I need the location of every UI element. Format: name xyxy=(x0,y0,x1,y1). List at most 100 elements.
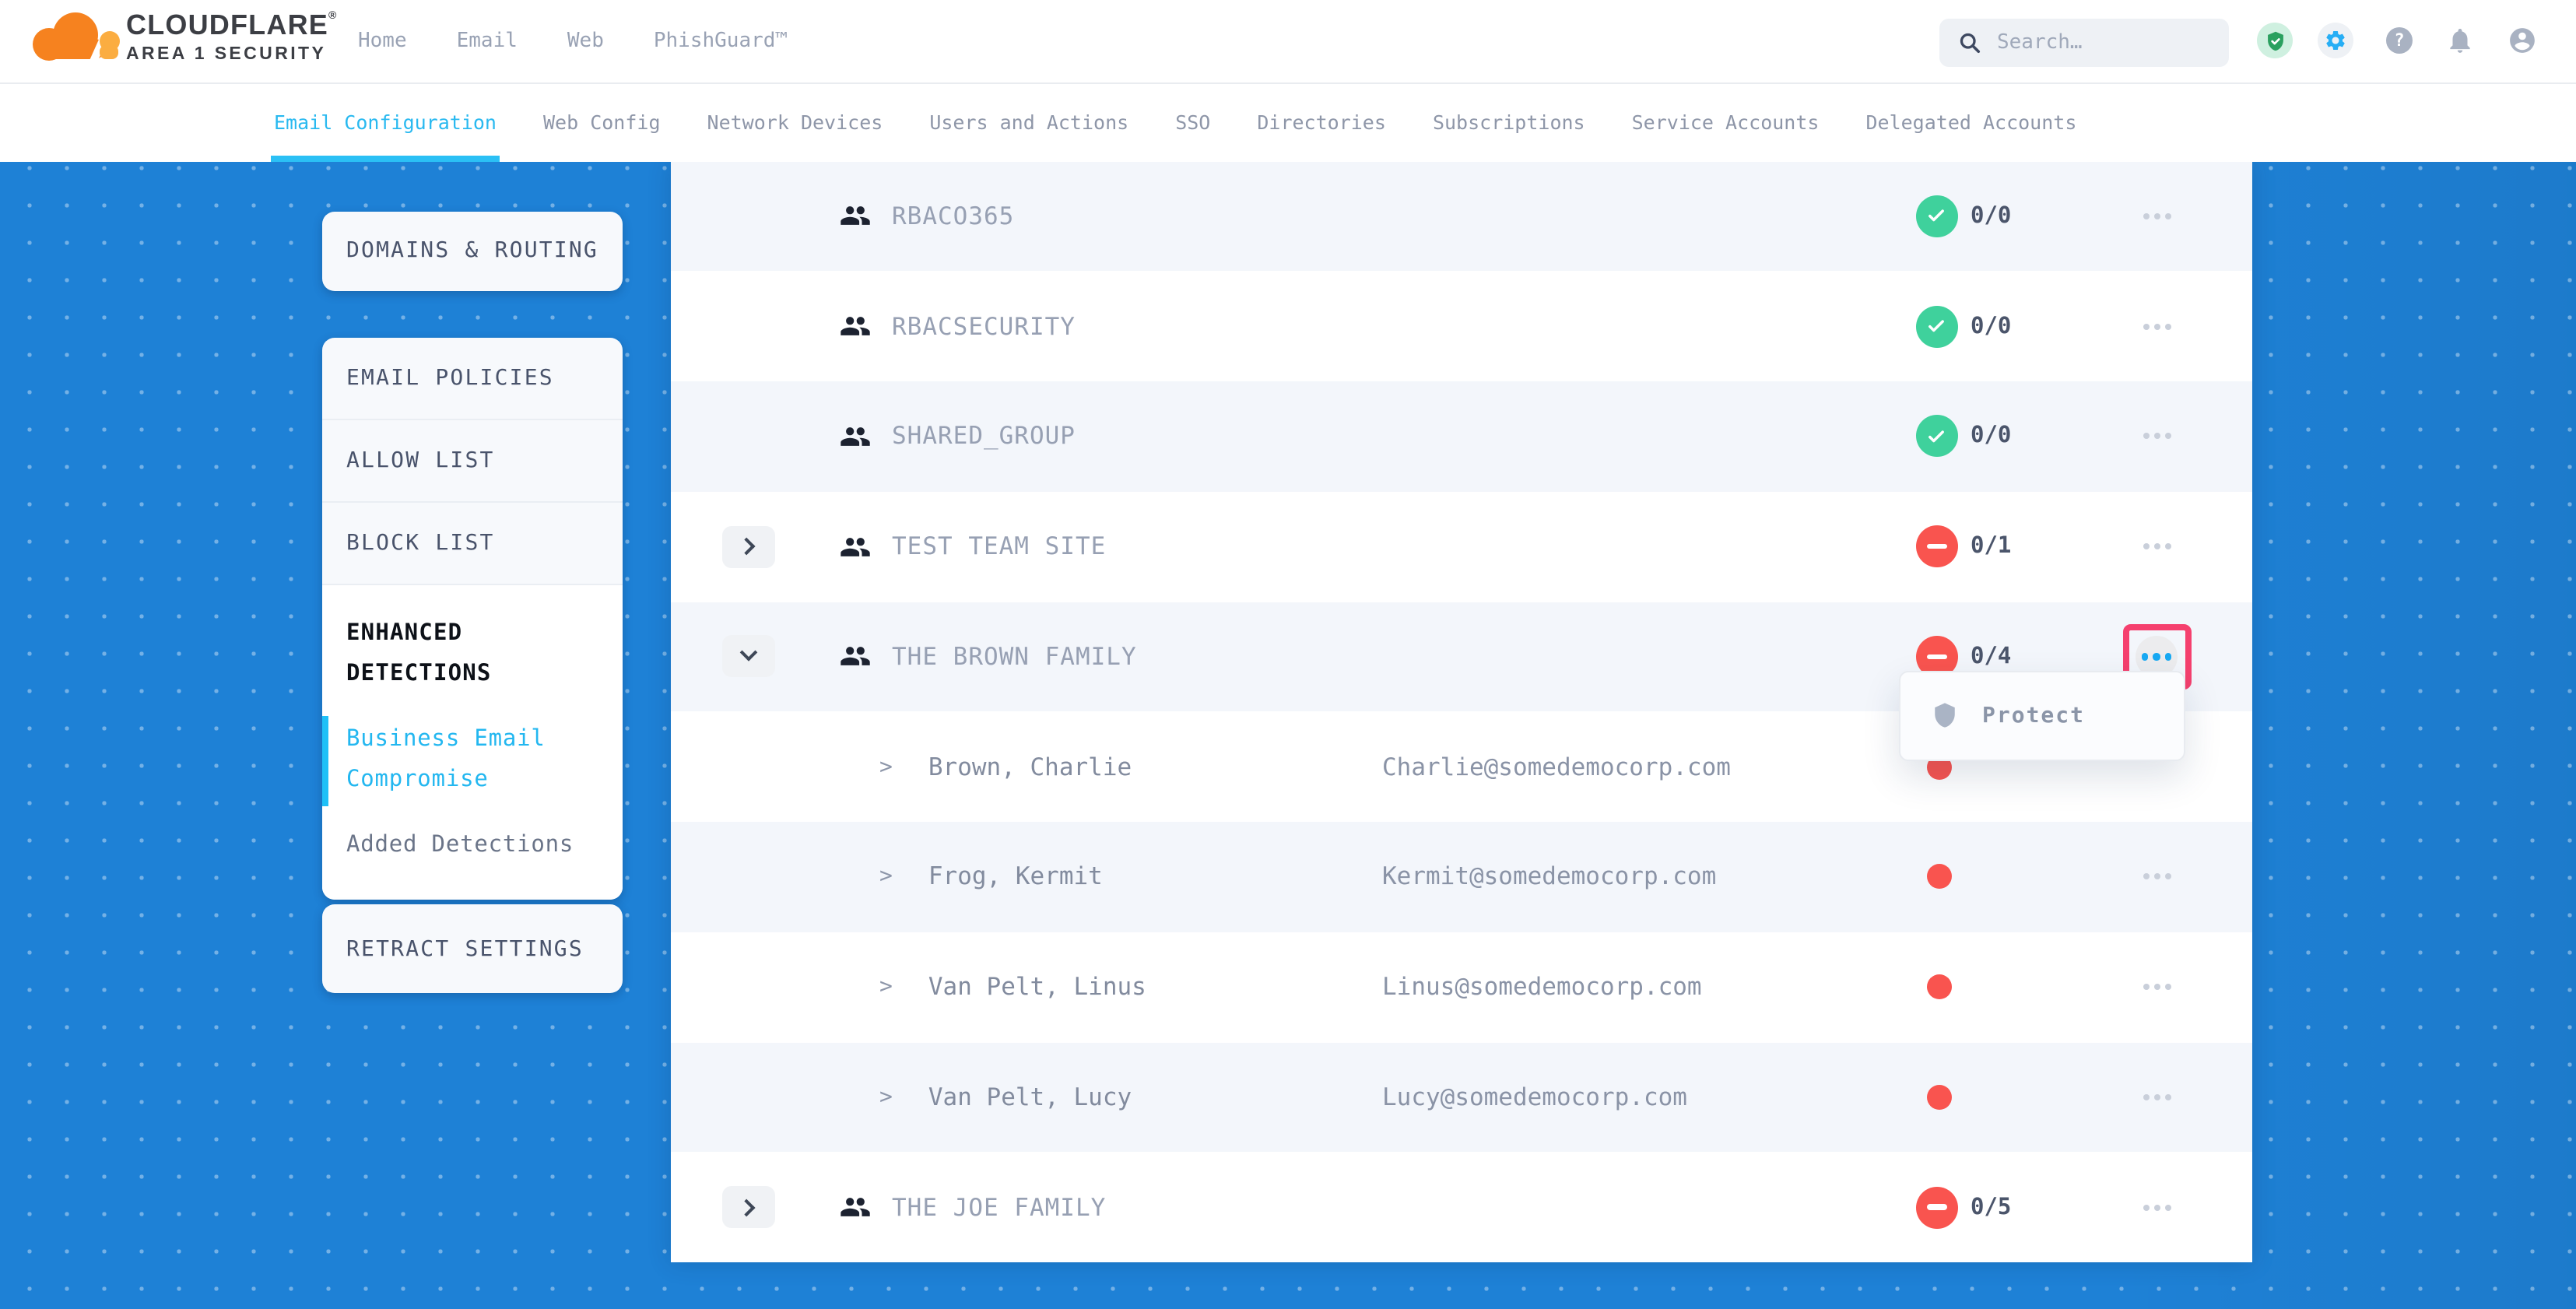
member-email: Lucy@somedemocorp.com xyxy=(1382,1083,1687,1111)
sidebar-item-added-detections[interactable]: Added Detections xyxy=(346,825,597,865)
table-row: TEST TEAM SITE 0/1 xyxy=(671,492,2252,602)
row-actions-button[interactable] xyxy=(2126,1176,2188,1238)
status-ok-badge xyxy=(1915,195,1957,237)
notifications-bell-icon[interactable] xyxy=(2445,26,2475,56)
table-row: > Van Pelt, Lucy Lucy@somedemocorp.com xyxy=(671,1042,2252,1153)
protected-count: 0/0 xyxy=(1971,204,2011,229)
member-name[interactable]: Van Pelt, Lucy xyxy=(928,1083,1132,1111)
tab-web-config[interactable]: Web Config xyxy=(543,83,661,161)
status-dot xyxy=(1927,974,1952,999)
expander-spacer xyxy=(722,856,775,898)
cloudflare-cloud-icon xyxy=(33,11,120,70)
shield-icon xyxy=(1931,701,1957,731)
expander-spacer xyxy=(722,746,775,788)
tab-directories[interactable]: Directories xyxy=(1257,83,1386,161)
tab-network-devices[interactable]: Network Devices xyxy=(707,83,883,161)
status-blocked-badge xyxy=(1915,1186,1957,1228)
search-icon xyxy=(1958,30,1981,54)
collapse-button[interactable] xyxy=(722,636,775,678)
search-placeholder: Search… xyxy=(1997,30,2083,54)
group-icon xyxy=(839,1191,872,1223)
tab-email-configuration[interactable]: Email Configuration xyxy=(274,83,497,161)
row-actions-button[interactable] xyxy=(2126,295,2188,357)
protected-count: 0/1 xyxy=(1971,534,2011,559)
page-background: DOMAINS & ROUTING EMAIL POLICIES ALLOW L… xyxy=(0,161,2576,1309)
table-row: RBACSECURITY0/0 xyxy=(671,272,2252,382)
group-icon xyxy=(839,200,872,233)
table-row: SHARED_GROUP0/0 xyxy=(671,381,2252,492)
row-actions-button[interactable] xyxy=(2126,846,2188,908)
expander-spacer xyxy=(722,416,775,458)
sidebar-card-domains: DOMAINS & ROUTING xyxy=(321,211,622,290)
sidebar-card-policies: EMAIL POLICIES ALLOW LIST BLOCK LIST ENH… xyxy=(321,338,622,900)
search-box[interactable]: Search… xyxy=(1939,18,2229,66)
nav-email[interactable]: Email xyxy=(457,30,518,54)
status-ok-badge xyxy=(1915,305,1957,347)
minus-icon xyxy=(1926,1205,1946,1210)
cloudflare-logo[interactable]: CLOUDFLARE® AREA 1 SECURITY xyxy=(33,11,338,70)
sidebar-item-business-email-compromise[interactable]: Business Email Compromise xyxy=(346,719,597,800)
sidebar-item-domains-routing[interactable]: DOMAINS & ROUTING xyxy=(321,211,622,290)
group-icon xyxy=(839,640,872,673)
member-chevron-icon[interactable]: > xyxy=(879,754,893,779)
nav-phishguard[interactable]: PhishGuard™ xyxy=(654,30,788,54)
minus-icon xyxy=(1926,544,1946,549)
sidebar-item-block-list[interactable]: BLOCK LIST xyxy=(321,503,622,584)
brand-subtitle: AREA 1 SECURITY xyxy=(126,47,338,65)
member-chevron-icon[interactable]: > xyxy=(879,1085,893,1110)
enhanced-detections-title: ENHANCED DETECTIONS xyxy=(346,613,597,694)
help-icon[interactable]: ? xyxy=(2386,28,2413,54)
member-email: Kermit@somedemocorp.com xyxy=(1382,863,1716,891)
expand-button[interactable] xyxy=(722,525,775,567)
group-name[interactable]: THE JOE FAMILY xyxy=(892,1193,1106,1221)
protected-count: 0/4 xyxy=(1971,644,2011,669)
group-name[interactable]: THE BROWN FAMILY xyxy=(892,643,1137,671)
main-nav: Home Email Web PhishGuard™ xyxy=(358,0,788,83)
group-name[interactable]: RBACSECURITY xyxy=(892,312,1076,340)
member-name[interactable]: Frog, Kermit xyxy=(928,863,1103,891)
config-tabbar: Email Configuration Web Config Network Dev… xyxy=(0,83,2576,161)
row-actions-button[interactable] xyxy=(2126,185,2188,247)
row-actions-button[interactable] xyxy=(2126,405,2188,468)
group-name[interactable]: RBACO365 xyxy=(892,202,1014,230)
tab-subscriptions[interactable]: Subscriptions xyxy=(1433,83,1585,161)
group-name[interactable]: TEST TEAM SITE xyxy=(892,532,1106,560)
settings-gear-icon[interactable] xyxy=(2318,23,2353,59)
member-chevron-icon[interactable]: > xyxy=(879,865,893,890)
tab-users-and-actions[interactable]: Users and Actions xyxy=(929,83,1128,161)
expand-button[interactable] xyxy=(722,1186,775,1228)
app-window: CLOUDFLARE® AREA 1 SECURITY Home Email Web… xyxy=(0,0,2576,1309)
expander-spacer xyxy=(722,966,775,1008)
user-account-icon[interactable] xyxy=(2508,26,2537,56)
context-menu: Protect xyxy=(1898,671,2185,760)
table-row: THE JOE FAMILY0/5 xyxy=(671,1153,2252,1263)
sidebar-card-retract: RETRACT SETTINGS xyxy=(321,904,622,993)
table-row: RBACO365 0/0 xyxy=(671,161,2252,272)
group-name[interactable]: SHARED_GROUP xyxy=(892,423,1076,451)
sidebar-item-email-policies[interactable]: EMAIL POLICIES xyxy=(321,338,622,419)
expander-spacer xyxy=(722,1076,775,1118)
member-name[interactable]: Van Pelt, Linus xyxy=(928,973,1146,1001)
chevron-right-icon xyxy=(738,1198,756,1216)
row-actions-button[interactable] xyxy=(2126,1066,2188,1128)
member-name[interactable]: Brown, Charlie xyxy=(928,753,1132,781)
member-email: Charlie@somedemocorp.com xyxy=(1382,753,1731,781)
sidebar-item-retract-settings[interactable]: RETRACT SETTINGS xyxy=(321,904,622,993)
sidebar-item-allow-list[interactable]: ALLOW LIST xyxy=(321,420,622,501)
member-email: Linus@somedemocorp.com xyxy=(1382,973,1702,1001)
nav-home[interactable]: Home xyxy=(358,30,407,54)
status-dot xyxy=(1927,865,1952,890)
row-actions-button[interactable] xyxy=(2126,515,2188,577)
expander-spacer xyxy=(722,195,775,237)
security-shield-icon[interactable] xyxy=(2257,23,2293,59)
active-item-bar xyxy=(321,716,328,806)
tab-service-accounts[interactable]: Service Accounts xyxy=(1632,83,1820,161)
tab-delegated-accounts[interactable]: Delegated Accounts xyxy=(1865,83,2076,161)
tab-sso[interactable]: SSO xyxy=(1175,83,1210,161)
member-chevron-icon[interactable]: > xyxy=(879,974,893,999)
nav-web[interactable]: Web xyxy=(567,30,604,54)
row-actions-button[interactable] xyxy=(2126,956,2188,1018)
menu-item-protect[interactable]: Protect xyxy=(1931,672,2183,759)
status-ok-badge xyxy=(1915,416,1957,458)
table-row: > Van Pelt, Linus Linus@somedemocorp.com xyxy=(671,932,2252,1043)
